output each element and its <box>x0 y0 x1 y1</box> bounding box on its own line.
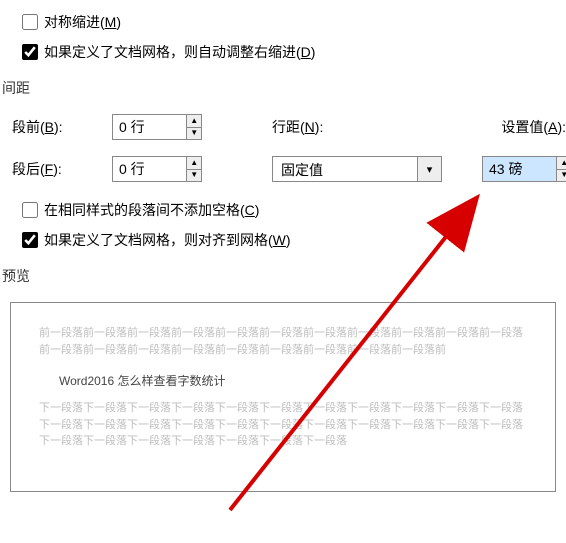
line-spacing-label: 行距(N): <box>272 117 372 137</box>
spin-down-icon[interactable]: ▼ <box>187 128 201 140</box>
spacing-section-header: 间距 <box>0 72 566 104</box>
spin-up-icon[interactable]: ▲ <box>187 157 201 170</box>
mirror-indent-checkbox[interactable] <box>22 14 38 30</box>
line-spacing-value: 固定值 <box>273 157 417 181</box>
space-before-label: 段前(B): <box>12 117 112 137</box>
space-after-spinner[interactable]: ▲ ▼ <box>112 156 202 182</box>
spin-up-icon[interactable]: ▲ <box>187 115 201 128</box>
preview-pane: 前一段落前一段落前一段落前一段落前一段落前一段落前一段落前一段落前一段落前一段落… <box>10 302 556 492</box>
preview-before-text: 前一段落前一段落前一段落前一段落前一段落前一段落前一段落前一段落前一段落前一段落… <box>39 325 527 358</box>
preview-section-header: 预览 <box>0 260 566 292</box>
no-space-same-style-checkbox[interactable] <box>22 202 38 218</box>
space-before-spinner[interactable]: ▲ ▼ <box>112 114 202 140</box>
spin-down-icon[interactable]: ▼ <box>187 170 201 182</box>
line-spacing-combo[interactable]: 固定值 ▾ <box>272 156 442 182</box>
space-after-label: 段后(F): <box>12 159 112 179</box>
snap-grid-label: 如果定义了文档网格，则对齐到网格(W) <box>44 230 291 250</box>
spin-up-icon[interactable]: ▲ <box>557 157 566 170</box>
space-before-input[interactable] <box>113 115 186 139</box>
snap-grid-checkbox[interactable] <box>22 232 38 248</box>
preview-sample-text: Word2016 怎么样查看字数统计 <box>59 372 527 390</box>
chevron-down-icon[interactable]: ▾ <box>417 157 441 181</box>
spin-down-icon[interactable]: ▼ <box>557 170 566 182</box>
auto-adjust-label: 如果定义了文档网格，则自动调整右缩进(D) <box>44 42 315 62</box>
set-at-label: 设置值(A): <box>472 117 566 137</box>
set-at-input[interactable] <box>483 157 556 181</box>
space-after-input[interactable] <box>113 157 186 181</box>
set-at-spinner[interactable]: ▲ ▼ <box>482 156 566 182</box>
preview-after-text: 下一段落下一段落下一段落下一段落下一段落下一段落下一段落下一段落下一段落下一段落… <box>39 400 527 450</box>
mirror-indent-label: 对称缩进(M) <box>44 12 121 32</box>
no-space-same-style-label: 在相同样式的段落间不添加空格(C) <box>44 200 259 220</box>
auto-adjust-checkbox[interactable] <box>22 44 38 60</box>
